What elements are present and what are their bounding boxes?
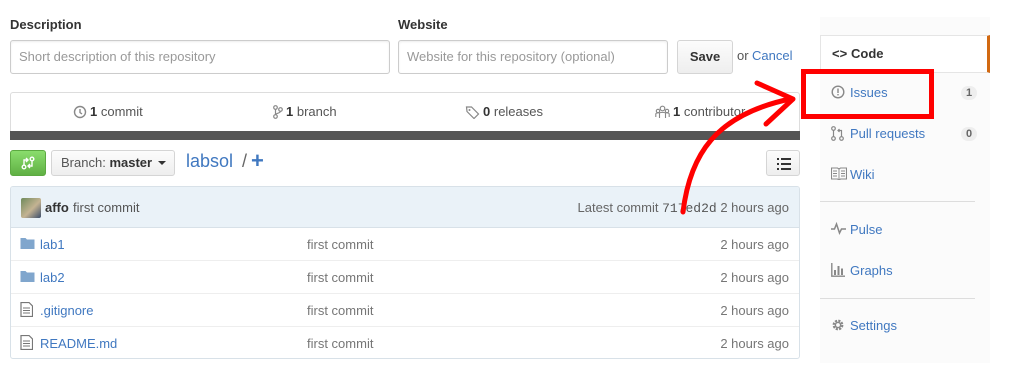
contributors-count: 1 — [673, 104, 681, 119]
file-name-link[interactable]: .gitignore — [40, 303, 93, 318]
file-commit-message[interactable]: first commit — [307, 237, 373, 252]
list-view-button[interactable] — [766, 150, 800, 176]
commits-label: commit — [100, 104, 143, 119]
sidebar-item-label: Wiki — [850, 167, 875, 182]
add-file-button[interactable]: + — [251, 148, 264, 174]
file-name-link[interactable]: lab1 — [40, 237, 65, 252]
folder-icon — [20, 271, 35, 282]
cancel-link[interactable]: Cancel — [752, 48, 792, 63]
annotation-highlight-box — [801, 69, 934, 119]
branch-name: master — [109, 155, 153, 170]
contributors-stat[interactable]: 1 contributor — [655, 104, 745, 119]
code-icon: <> — [832, 46, 848, 61]
branches-label: branch — [296, 104, 337, 119]
sidebar-item-code[interactable]: <> Code — [820, 35, 990, 73]
pulse-icon — [831, 222, 846, 235]
sidebar-item-wiki[interactable]: Wiki — [820, 156, 990, 196]
description-input[interactable]: Short description of this repository — [10, 40, 390, 74]
file-name-link[interactable]: lab2 — [40, 270, 65, 285]
file-age: 2 hours ago — [720, 270, 789, 285]
releases-count: 0 — [483, 104, 491, 119]
file-age: 2 hours ago — [720, 303, 789, 318]
branches-count: 1 — [286, 104, 294, 119]
sidebar-divider — [820, 201, 975, 202]
repo-root-link[interactable]: labsol — [186, 151, 233, 172]
commit-tease: affo first commit Latest commit 717ed2d … — [11, 187, 799, 228]
git-branch-icon — [273, 105, 283, 119]
sidebar-item-pulse[interactable]: Pulse — [820, 211, 990, 251]
file-row[interactable]: .gitignore first commit 2 hours ago — [11, 294, 799, 327]
or-text: or — [737, 48, 749, 63]
commit-author-link[interactable]: affo — [45, 200, 69, 215]
tag-icon — [465, 106, 480, 120]
latest-commit-info: Latest commit 717ed2d 2 hours ago — [578, 200, 789, 216]
file-commit-message[interactable]: first commit — [307, 270, 373, 285]
file-commit-message[interactable]: first commit — [307, 336, 373, 351]
branch-select-button[interactable]: Branch: master — [51, 150, 175, 176]
path-separator: / — [242, 151, 248, 171]
language-bar — [10, 131, 800, 140]
list-unordered-icon — [777, 158, 791, 170]
sidebar-item-pull-requests[interactable]: Pull requests 0 — [820, 115, 990, 155]
sidebar-item-graphs[interactable]: Graphs — [820, 252, 990, 292]
organization-icon — [655, 105, 670, 118]
history-icon — [73, 105, 87, 119]
file-age: 2 hours ago — [720, 237, 789, 252]
website-label: Website — [398, 17, 448, 32]
issues-counter: 1 — [961, 86, 978, 100]
numbers-summary: 1 commit 1 branch 0 releases 1 contribut… — [10, 92, 800, 140]
graph-icon — [831, 263, 845, 277]
git-pull-request-icon — [831, 126, 844, 141]
releases-label: releases — [493, 104, 543, 119]
file-row[interactable]: lab1 first commit 2 hours ago — [11, 228, 799, 261]
releases-stat[interactable]: 0 releases — [465, 104, 543, 120]
gear-icon — [832, 319, 844, 331]
sidebar-item-settings[interactable]: Settings — [820, 307, 990, 347]
save-button[interactable]: Save — [677, 40, 733, 74]
pulls-counter: 0 — [961, 127, 978, 141]
file-table: affo first commit Latest commit 717ed2d … — [10, 186, 800, 359]
git-compare-icon — [21, 156, 35, 170]
commits-count: 1 — [90, 104, 98, 119]
caret-down-icon — [157, 161, 166, 165]
author-avatar[interactable] — [21, 198, 41, 218]
compare-button[interactable] — [10, 150, 46, 176]
commit-message[interactable]: first commit — [73, 200, 139, 215]
file-age: 2 hours ago — [720, 336, 789, 351]
file-commit-message[interactable]: first commit — [307, 303, 373, 318]
website-input[interactable]: Website for this repository (optional) — [398, 40, 668, 74]
commits-stat[interactable]: 1 commit — [73, 104, 143, 119]
file-row[interactable]: lab2 first commit 2 hours ago — [11, 261, 799, 294]
sidebar-item-label: Pull requests — [850, 126, 926, 141]
file-name-link[interactable]: README.md — [40, 336, 117, 351]
branches-stat[interactable]: 1 branch — [273, 104, 337, 119]
branch-prefix: Branch: — [61, 155, 106, 170]
file-row[interactable]: README.md first commit 2 hours ago — [11, 327, 799, 358]
sidebar-divider — [820, 298, 975, 299]
latest-commit-label: Latest commit — [577, 200, 659, 215]
sidebar-item-label: Settings — [850, 318, 897, 333]
description-label: Description — [10, 17, 82, 32]
sidebar-item-label: Pulse — [850, 222, 883, 237]
contributors-label: contributor — [683, 104, 746, 119]
commit-age: 2 hours ago — [720, 200, 789, 215]
folder-icon — [20, 238, 35, 249]
sidebar-item-label: Code — [851, 46, 884, 61]
file-text-icon — [20, 335, 33, 350]
file-text-icon — [20, 302, 33, 317]
book-icon — [831, 167, 847, 180]
commit-sha-link[interactable]: 717ed2d — [662, 201, 717, 216]
sidebar-item-label: Graphs — [850, 263, 893, 278]
